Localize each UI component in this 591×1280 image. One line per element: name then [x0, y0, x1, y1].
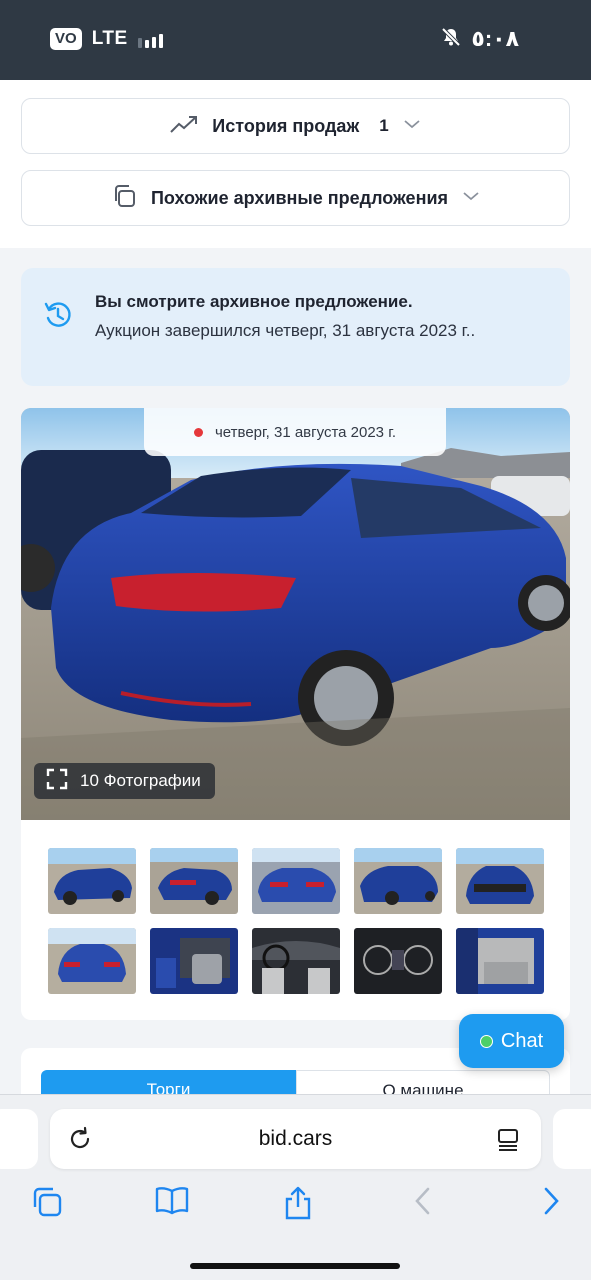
chevron-down-icon — [462, 189, 480, 207]
thumbnail[interactable] — [48, 928, 136, 994]
back-arrow-icon[interactable] — [412, 1185, 434, 1222]
next-tab-preview[interactable] — [553, 1109, 591, 1169]
page-menu-icon[interactable] — [495, 1127, 521, 1158]
sales-history-label: История продаж — [212, 115, 360, 136]
thumbnail[interactable] — [150, 848, 238, 914]
photo-count-label: 10 Фотографии — [80, 771, 201, 790]
forward-arrow-icon[interactable] — [540, 1185, 562, 1222]
fullscreen-icon — [46, 768, 68, 795]
thumbnail[interactable] — [48, 848, 136, 914]
history-icon — [43, 300, 73, 335]
home-indicator — [190, 1263, 400, 1269]
accordion-section: История продаж 1 Похожие архивные предло… — [0, 80, 591, 248]
share-icon[interactable] — [282, 1185, 314, 1226]
bookmarks-icon[interactable] — [154, 1185, 190, 1222]
network-type: LTE — [91, 28, 128, 49]
chat-label: Chat — [500, 1029, 544, 1052]
main-car-photo[interactable] — [21, 408, 570, 820]
similar-offers-button[interactable]: Похожие архивные предложения — [21, 170, 570, 226]
archive-notice-text: Аукцион завершился четверг, 31 августа 2… — [95, 321, 476, 340]
bell-off-icon — [441, 27, 461, 52]
chat-button[interactable]: Chat — [459, 1014, 564, 1068]
previous-tab-preview[interactable] — [0, 1109, 38, 1169]
address-bar[interactable]: bid.cars — [50, 1109, 541, 1169]
url-text: bid.cars — [258, 1127, 333, 1150]
auction-date-badge: четверг, 31 августа 2023 г. — [144, 408, 446, 456]
thumbnail[interactable] — [150, 928, 238, 994]
auction-date: четверг, 31 августа 2023 г. — [214, 423, 396, 441]
trending-up-icon — [170, 114, 198, 139]
status-left: VO LTE — [50, 28, 163, 50]
tabs-icon[interactable] — [30, 1185, 64, 1224]
sales-history-button[interactable]: История продаж 1 — [21, 98, 570, 154]
signal-icon — [137, 30, 163, 48]
browser-toolbar: bid.cars — [0, 1094, 591, 1280]
thumbnail[interactable] — [354, 928, 442, 994]
photo-count-button[interactable]: 10 Фотографии — [34, 763, 215, 799]
photo-gallery: четверг, 31 августа 2023 г. 10 Фотографи… — [21, 408, 570, 1020]
copy-icon — [111, 183, 137, 214]
online-indicator — [479, 1034, 493, 1048]
browser-nav — [0, 1185, 591, 1225]
archive-notice: Вы смотрите архивное предложение. Аукцио… — [21, 268, 570, 386]
thumbnail[interactable] — [456, 928, 544, 994]
archive-notice-title: Вы смотрите архивное предложение. — [95, 292, 413, 311]
thumbnail[interactable] — [456, 848, 544, 914]
thumbnail[interactable] — [252, 928, 340, 994]
thumbnail[interactable] — [354, 848, 442, 914]
carrier-badge: VO — [50, 28, 82, 50]
status-dot — [193, 427, 203, 437]
thumbnail[interactable] — [252, 848, 340, 914]
clock: ٥:٠٨ — [471, 26, 519, 51]
similar-offers-label: Похожие архивные предложения — [150, 187, 449, 208]
sales-history-count: 1 — [379, 116, 389, 135]
status-bar: VO LTE ٥:٠٨ — [0, 0, 591, 80]
thumbnail-grid — [48, 848, 544, 994]
chevron-down-icon — [403, 117, 421, 135]
status-right: ٥:٠٨ — [441, 26, 519, 52]
